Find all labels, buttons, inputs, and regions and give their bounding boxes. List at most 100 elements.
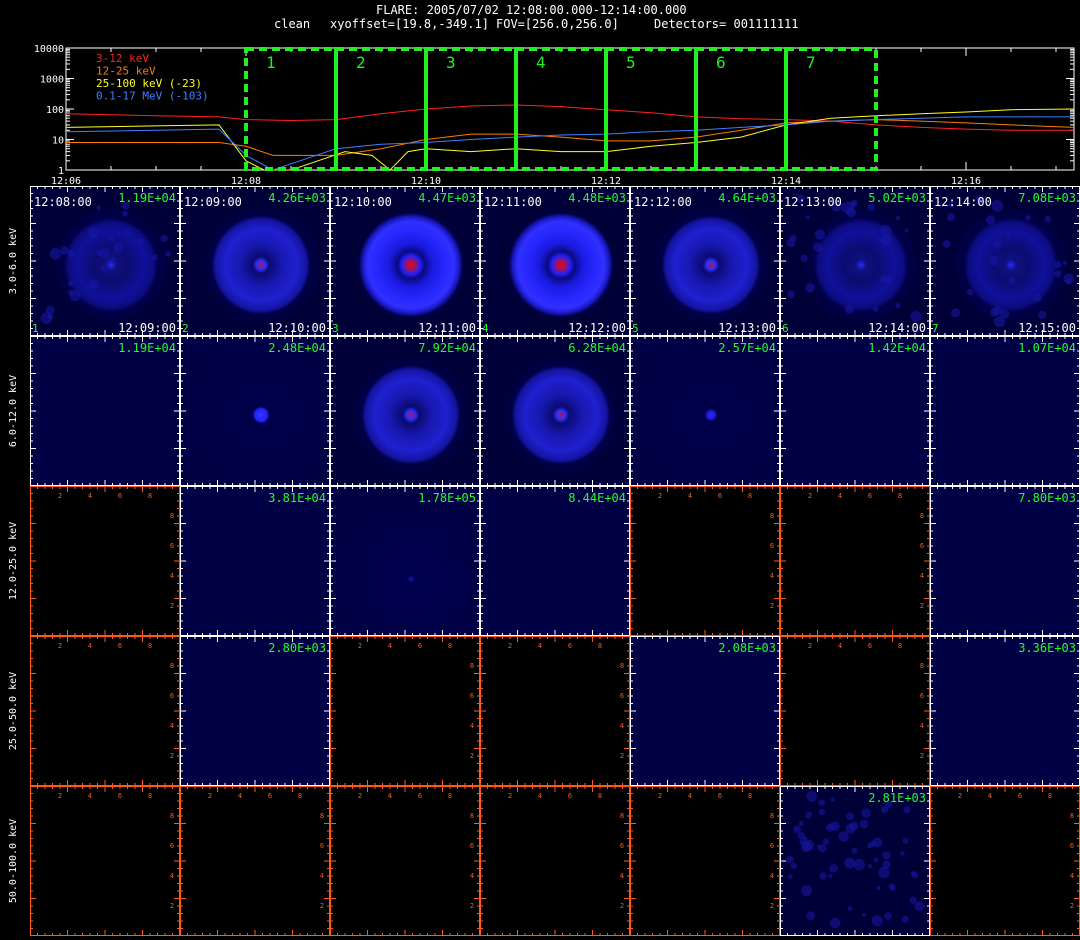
axis-tick-label: 6 bbox=[868, 642, 872, 650]
interval-box-3 bbox=[424, 47, 518, 171]
axis-tick-label: 2 bbox=[58, 792, 62, 800]
axis-tick-label: 2 bbox=[808, 642, 812, 650]
noise-blob bbox=[151, 254, 158, 261]
noise-blob bbox=[88, 227, 99, 239]
panel-background bbox=[780, 336, 930, 486]
noise-blob bbox=[950, 308, 961, 318]
panel-max-value: 4.47E+03 bbox=[418, 191, 476, 205]
noise-blob bbox=[89, 279, 99, 290]
image-panel: 6.28E+04 bbox=[480, 336, 630, 486]
axis-tick-label: 2 bbox=[58, 492, 62, 500]
noise-blob bbox=[1038, 310, 1047, 320]
panel-max-value: 2.57E+04 bbox=[718, 341, 776, 355]
axis-tick-label: 8 bbox=[748, 792, 752, 800]
noise-blob bbox=[844, 305, 854, 314]
noise-blob bbox=[872, 306, 879, 312]
interval-label-5: 5 bbox=[626, 53, 636, 72]
noise-blob bbox=[47, 313, 54, 320]
noise-blob bbox=[850, 200, 857, 208]
noise-blob bbox=[859, 819, 869, 829]
axis-tick-label: 8 bbox=[770, 512, 774, 520]
panel-max-value: 1.42E+04 bbox=[868, 341, 926, 355]
axis-tick-label: 2 bbox=[170, 752, 174, 760]
noise-blob bbox=[101, 266, 107, 272]
panel-start-time: 12:09:00 bbox=[184, 195, 242, 209]
image-panel: 1.19E+04 bbox=[30, 336, 180, 486]
noise-blob bbox=[786, 238, 796, 248]
axis-tick-label: 4 bbox=[538, 792, 542, 800]
axis-tick-label: 4 bbox=[620, 722, 624, 730]
interval-box-7 bbox=[784, 47, 878, 171]
axis-tick-label: 8 bbox=[470, 662, 474, 670]
axis-tick-label: 4 bbox=[238, 792, 242, 800]
panel-background bbox=[330, 786, 480, 936]
flare-source bbox=[501, 355, 621, 475]
axis-tick-label: 6 bbox=[718, 492, 722, 500]
image-panel: 2 2 4 4 6 6 8 8 bbox=[330, 636, 480, 786]
panel-index: 6 bbox=[782, 322, 789, 335]
noise-blob bbox=[909, 896, 917, 904]
noise-blob bbox=[989, 255, 999, 266]
noise-blob bbox=[888, 883, 895, 889]
noise-blob bbox=[994, 316, 1006, 328]
axis-tick-label: 6 bbox=[170, 542, 174, 550]
noise-blob bbox=[160, 234, 168, 242]
axis-tick-label: 4 bbox=[88, 642, 92, 650]
image-grid: 3.0-6.0 keV 1.19E+04 12:08:00 12:09:00 1 4.26… bbox=[8, 186, 1080, 936]
panel-start-time: 12:13:00 bbox=[784, 195, 842, 209]
noise-blob bbox=[137, 238, 144, 246]
noise-blob bbox=[819, 872, 827, 880]
noise-blob bbox=[861, 808, 871, 818]
flare-source bbox=[805, 209, 917, 321]
axis-tick-label: 2 bbox=[770, 902, 774, 910]
energy-band-label: 6.0-12.0 keV bbox=[8, 375, 19, 447]
x-tick-label: 12:16 bbox=[951, 176, 981, 186]
legend-entry-4: 0.1-17 MeV (-103) bbox=[96, 90, 209, 103]
panel-max-value: 6.28E+04 bbox=[568, 341, 626, 355]
noise-blob bbox=[805, 811, 813, 819]
axis-tick-label: 6 bbox=[418, 642, 422, 650]
axis-tick-label: 6 bbox=[620, 842, 624, 850]
noise-blob bbox=[829, 864, 838, 873]
flare-source bbox=[499, 203, 623, 327]
axis-tick-label: 2 bbox=[208, 792, 212, 800]
axis-tick-label: 2 bbox=[470, 752, 474, 760]
flare-source bbox=[191, 345, 331, 485]
flare-source bbox=[341, 495, 481, 635]
noise-blob bbox=[95, 250, 102, 257]
axis-tick-label: 8 bbox=[170, 812, 174, 820]
axis-tick-label: 6 bbox=[718, 792, 722, 800]
panel-background bbox=[930, 486, 1080, 636]
image-panel: 2.80E+03 bbox=[180, 636, 330, 786]
axis-tick-label: 6 bbox=[118, 792, 122, 800]
noise-blob bbox=[786, 855, 794, 864]
axis-tick-label: 6 bbox=[268, 792, 272, 800]
xyoffset-label: xyoffset=[19.8,-349.1] bbox=[330, 17, 489, 31]
noise-blob bbox=[814, 229, 826, 240]
axis-tick-label: 4 bbox=[470, 722, 474, 730]
noise-blob bbox=[851, 847, 858, 854]
axis-tick-label: 2 bbox=[920, 752, 924, 760]
panel-background bbox=[30, 786, 180, 936]
noise-blob bbox=[800, 254, 808, 262]
axis-tick-label: 4 bbox=[170, 722, 174, 730]
axis-tick-label: 8 bbox=[620, 662, 624, 670]
axis-tick-label: 8 bbox=[598, 792, 602, 800]
noise-blob bbox=[787, 290, 795, 299]
noise-blob bbox=[1054, 270, 1062, 278]
axis-tick-label: 8 bbox=[1070, 812, 1074, 820]
energy-band-label: 25.0-50.0 keV bbox=[8, 672, 19, 750]
axis-tick-label: 6 bbox=[1018, 792, 1022, 800]
flare-source bbox=[201, 205, 321, 325]
noise-blob bbox=[878, 866, 890, 879]
image-panel: 2 2 4 4 6 6 8 8 bbox=[30, 786, 180, 936]
panel-max-value: 4.64E+03 bbox=[718, 191, 776, 205]
noise-blob bbox=[1025, 215, 1031, 221]
noise-blob bbox=[845, 207, 857, 218]
noise-blob bbox=[60, 246, 69, 255]
noise-blob bbox=[1062, 260, 1067, 266]
axis-tick-label: 4 bbox=[388, 792, 392, 800]
noise-blob bbox=[895, 215, 901, 221]
y-tick-label: 100 bbox=[46, 105, 64, 116]
image-panel: 3.81E+04 bbox=[180, 486, 330, 636]
